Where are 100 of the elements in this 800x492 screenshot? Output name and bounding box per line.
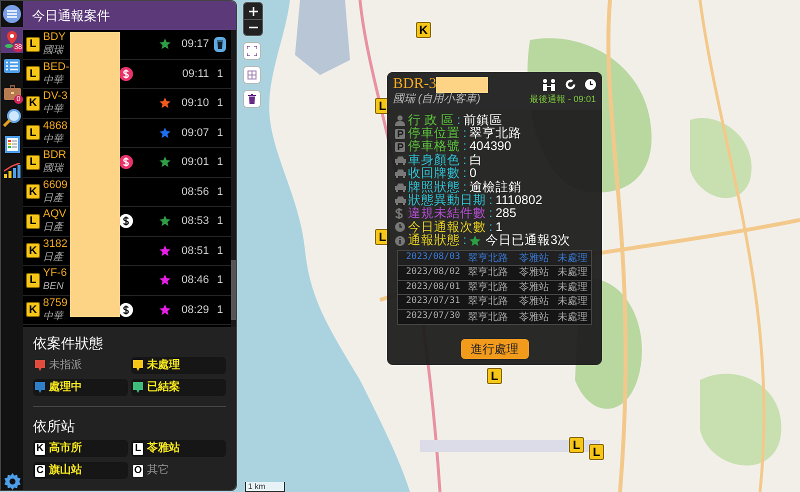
vehicle-type: 國瑞 (自用小客車) <box>393 93 480 106</box>
station-filter[interactable]: O 其它 <box>131 462 226 479</box>
parking-icon <box>395 128 405 139</box>
colon-separator: : <box>463 127 466 140</box>
car-icon <box>395 196 406 206</box>
vehicle-brand: 中華 <box>43 74 65 87</box>
person-icon <box>395 114 405 126</box>
map-marker[interactable]: K <box>416 22 431 38</box>
station-marker: L <box>26 154 40 170</box>
status-filter[interactable]: 已結案 <box>131 379 226 396</box>
field-value: 白 <box>469 154 482 167</box>
filter-label: 處理中 <box>49 380 82 396</box>
plate-number: 4868 <box>43 120 68 133</box>
report-count: 1 <box>216 184 224 200</box>
history-date: 2023/08/01 <box>405 280 462 294</box>
field-label: 牌照狀態 <box>408 180 460 194</box>
plate-number: BDR <box>43 149 68 162</box>
car-icon <box>395 169 406 178</box>
plate-number: BED- <box>43 60 70 74</box>
plus-icon <box>248 6 258 16</box>
list-icon <box>4 59 20 73</box>
case-time: 08:53 <box>180 214 209 229</box>
trash-button[interactable] <box>243 90 261 108</box>
report-count: 1 <box>216 96 224 111</box>
history-place: 翠亨北路 <box>467 252 509 266</box>
station-marker: K <box>35 442 45 454</box>
vehicle-brand: 國瑞 <box>43 44 65 58</box>
field-value: 逾檢註銷 <box>469 180 522 194</box>
plate-number: YF-6 <box>43 267 68 280</box>
colon-separator: : <box>463 167 466 180</box>
map-pin-icon <box>4 31 20 49</box>
map-marker[interactable]: L <box>569 437 584 453</box>
case-time: 09:01 <box>180 155 209 170</box>
menu-icon <box>3 5 21 23</box>
station-filter[interactable]: C 旗山站 <box>33 462 128 479</box>
filter-label: 高市所 <box>49 440 82 456</box>
plate-title: BDR-3 <box>393 75 436 93</box>
case-time: 09:10 <box>180 96 209 111</box>
fullscreen-button[interactable] <box>243 42 261 60</box>
station-filter[interactable]: L 苓雅站 <box>131 440 226 457</box>
history-date: 2023/08/03 <box>405 251 462 264</box>
vehicle-brand: 中華 <box>43 310 65 323</box>
history-status: 未處理 <box>556 266 588 280</box>
case-time: 08:46 <box>180 273 209 288</box>
plate-number: 3182 <box>43 238 68 251</box>
refresh-icon[interactable] <box>565 79 576 90</box>
panel-title: 今日通報案件 <box>32 6 110 25</box>
field-value: 1110802 <box>495 194 542 208</box>
colon-separator: : <box>489 194 492 208</box>
field-value: 今日已通報3次 <box>485 234 570 248</box>
case-time: 09:11 <box>181 66 209 82</box>
station-filter[interactable]: K 高市所 <box>33 440 128 457</box>
history-row[interactable]: 2023/08/03 翠亨北路 苓雅站 未處理 <box>398 251 591 266</box>
map-marker[interactable]: L <box>487 368 502 384</box>
field-value: 翠亨北路 <box>469 127 522 140</box>
field-label: 停車位置 <box>408 127 460 140</box>
people-icon[interactable] <box>542 78 556 90</box>
history-row[interactable]: 2023/07/30 翠亨北路 苓雅站 未處理 <box>398 310 591 324</box>
trash-icon <box>217 40 223 49</box>
colon-separator: : <box>463 154 466 167</box>
field-label: 行 政 區 <box>408 114 454 127</box>
filter-label: 未指派 <box>49 358 82 374</box>
history-row[interactable]: 2023/08/02 翠亨北路 苓雅站 未處理 <box>398 266 591 281</box>
history-station: 苓雅站 <box>518 310 550 325</box>
station-marker: L <box>26 125 40 140</box>
status-filter[interactable]: 未處理 <box>131 357 226 374</box>
field-value: 0 <box>469 167 476 180</box>
plate-number: DV-3 <box>43 90 68 104</box>
history-date: 2023/07/31 <box>405 295 462 308</box>
filter-label: 已結案 <box>147 379 180 396</box>
clock-icon[interactable] <box>585 79 596 90</box>
history-row[interactable]: 2023/08/01 翠亨北路 苓雅站 未處理 <box>398 280 591 296</box>
grid-button[interactable] <box>243 66 261 84</box>
scrollbar[interactable] <box>231 30 236 327</box>
colon-separator: : <box>489 207 492 220</box>
station-marker: L <box>26 214 40 229</box>
car-icon <box>395 182 406 192</box>
vehicle-brand: 日產 <box>43 250 65 264</box>
status-filter[interactable]: 處理中 <box>33 379 128 396</box>
clock-icon <box>395 222 405 232</box>
vehicle-brand: 日產 <box>43 221 65 234</box>
station-marker: O <box>133 464 143 476</box>
vehicle-brand: BEN <box>43 280 65 294</box>
status-filter[interactable]: 未指派 <box>33 357 128 374</box>
plate-number: BDY <box>43 31 67 44</box>
colon-separator: : <box>463 180 466 194</box>
history-place: 翠亨北路 <box>467 280 509 295</box>
dollar-icon <box>395 208 403 220</box>
map-marker[interactable]: L <box>589 444 604 460</box>
process-button[interactable]: 進行處理 <box>460 339 528 360</box>
history-row[interactable]: 2023/07/31 翠亨北路 苓雅站 未處理 <box>398 295 591 310</box>
settings-icon[interactable] <box>4 473 20 490</box>
station-marker: K <box>26 184 40 200</box>
trash-button[interactable] <box>214 36 226 52</box>
search-icon <box>3 109 21 127</box>
report-count: 1 <box>216 273 224 288</box>
history-place: 翠亨北路 <box>467 266 509 280</box>
station-marker: L <box>26 36 40 52</box>
history-station: 苓雅站 <box>518 252 550 266</box>
vehicle-brand: 日產 <box>43 192 65 205</box>
